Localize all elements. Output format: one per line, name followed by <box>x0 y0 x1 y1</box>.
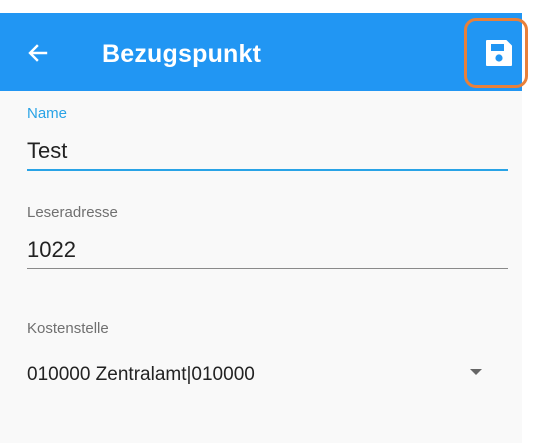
kostenstelle-label: Kostenstelle <box>27 320 109 337</box>
back-button[interactable] <box>22 37 54 69</box>
app-bar: Bezugspunkt <box>0 13 522 91</box>
arrow-left-icon <box>28 44 48 62</box>
leseradresse-field[interactable]: 1022 <box>27 237 76 263</box>
dropdown-arrow-icon[interactable] <box>470 369 482 375</box>
kostenstelle-select[interactable]: 010000 Zentralamt|010000 <box>27 363 255 387</box>
leseradresse-underline <box>27 268 508 269</box>
leseradresse-label: Leseradresse <box>27 204 118 221</box>
floppy-disk-icon <box>486 40 512 66</box>
status-strip <box>0 0 533 13</box>
form: Name Test Leseradresse 1022 Kostenstelle… <box>0 91 522 443</box>
name-field[interactable]: Test <box>27 138 67 164</box>
name-underline <box>27 169 508 171</box>
save-button[interactable] <box>474 29 522 77</box>
page-title: Bezugspunkt <box>102 40 262 68</box>
name-label: Name <box>27 105 68 122</box>
